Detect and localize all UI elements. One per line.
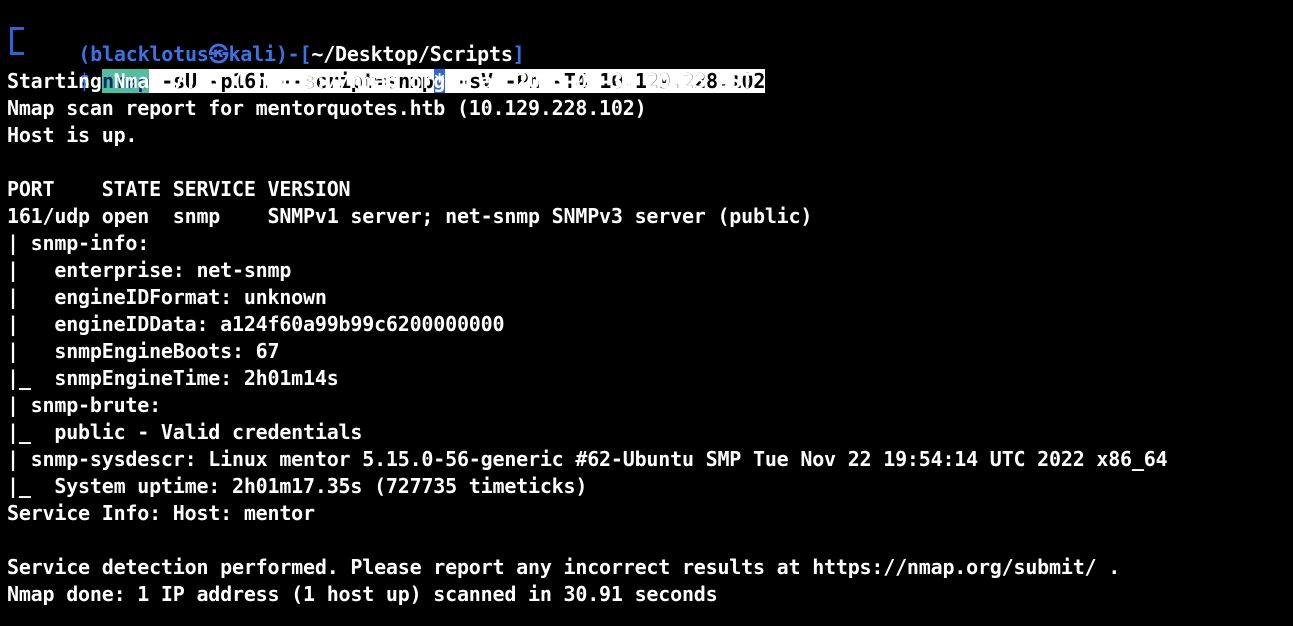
output-table-header: PORT STATE SERVICE VERSION — [7, 177, 351, 201]
output-blank-1 — [7, 149, 1293, 176]
output-brute-result: |_ public - Valid credentials — [7, 420, 363, 444]
terminal-window[interactable]: (blacklotus㉿kali)-[~/Desktop/Scripts] $ … — [7, 14, 1293, 608]
prompt-header: (blacklotus㉿kali)-[~/Desktop/Scripts] — [7, 14, 1293, 66]
output-enterprise: | enterprise: net-snmp — [7, 258, 292, 282]
prompt-corner-bottom-icon — [10, 41, 24, 55]
output-host-up: Host is up. — [7, 123, 138, 147]
output-engine-boots: | snmpEngineBoots: 67 — [7, 339, 280, 363]
output-snmp-brute: | snmp-brute: — [7, 393, 173, 417]
output-sysdescr: | snmp-sysdescr: Linux mentor 5.15.0-56-… — [7, 447, 1168, 471]
output-report: Nmap scan report for mentorquotes.htb (1… — [7, 96, 647, 120]
output-engine-id-format: | engineIDFormat: unknown — [7, 285, 327, 309]
output-snmp-info: | snmp-info: — [7, 231, 161, 255]
output-done: Nmap done: 1 IP address (1 host up) scan… — [7, 582, 718, 606]
output-detection: Service detection performed. Please repo… — [7, 555, 1121, 579]
output-engine-id-data: | engineIDData: a124f60a99b99c6200000000 — [7, 312, 505, 336]
output-port-line: 161/udp open snmp SNMPv1 server; net-snm… — [7, 204, 813, 228]
output-engine-time: |_ snmpEngineTime: 2h01m14s — [7, 366, 339, 390]
output-blank-2 — [7, 527, 1293, 554]
output-starting: Starting Nmap 7.95 ( https://nmap.org ) … — [7, 69, 753, 93]
command-line[interactable]: $ nmap -sU -p161 --script=snmp* -sV -Pn … — [7, 41, 1293, 93]
prompt-corner-top-icon — [10, 27, 24, 41]
output-uptime: |_ System uptime: 2h01m17.35s (727735 ti… — [7, 474, 588, 498]
output-service-info: Service Info: Host: mentor — [7, 501, 315, 525]
